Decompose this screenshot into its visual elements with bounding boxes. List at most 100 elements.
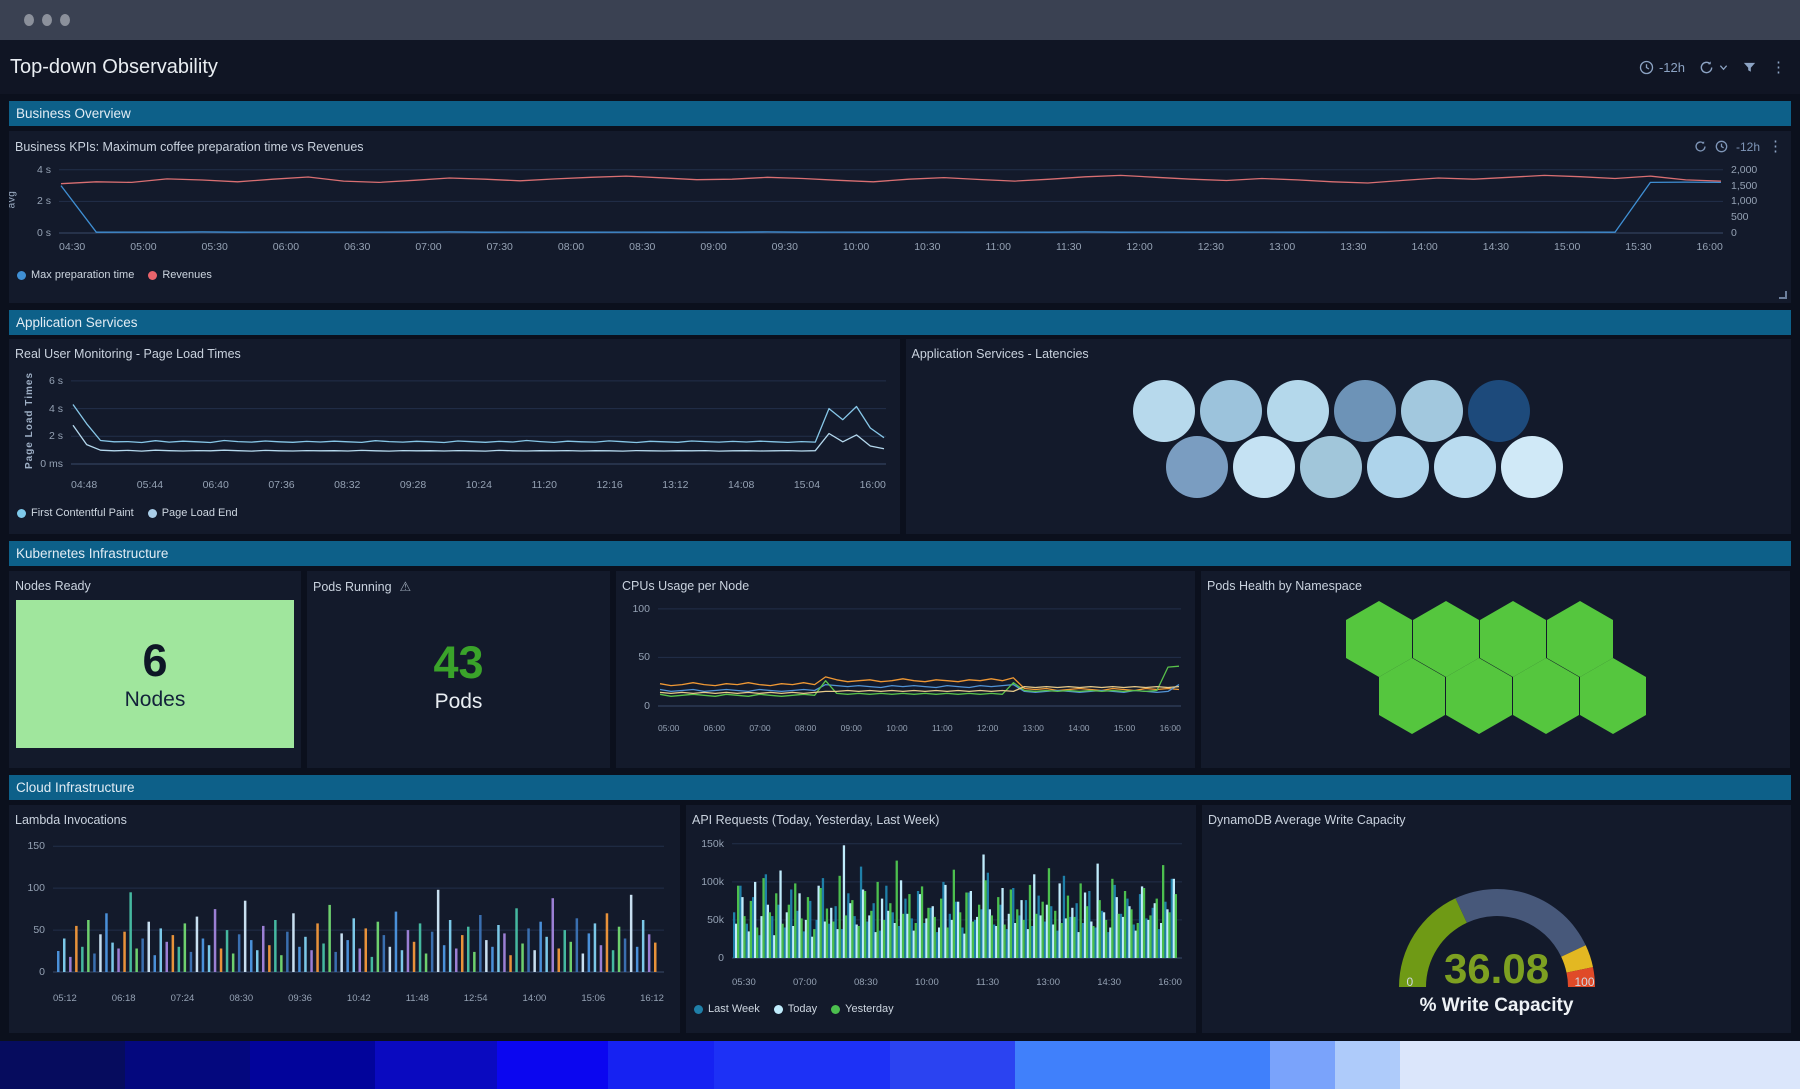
chart-legend: First Contentful Paint Page Load End <box>17 507 238 519</box>
axis-tick-label: 15:30 <box>1625 241 1651 253</box>
refresh-icon <box>1699 60 1714 75</box>
latency-bubble[interactable] <box>1133 380 1195 442</box>
latency-bubble[interactable] <box>1501 436 1563 498</box>
refresh-icon[interactable] <box>1694 140 1707 153</box>
panel-title: API Requests (Today, Yesterday, Last Wee… <box>692 813 939 827</box>
window-control-dot[interactable] <box>60 14 70 26</box>
section-kubernetes-infrastructure[interactable]: Kubernetes Infrastructure <box>9 541 1791 566</box>
dashboard-menu-button[interactable]: ⋮ <box>1771 60 1786 75</box>
clock-icon[interactable] <box>1715 140 1728 153</box>
legend-item[interactable]: Yesterday <box>831 1003 894 1015</box>
axis-tick-label: 14:30 <box>1483 241 1509 253</box>
nodes-ready-stat: 6 Nodes <box>16 600 294 748</box>
axis-tick-label: 13:30 <box>1340 241 1366 253</box>
axis-tick-label: 11:30 <box>976 977 999 988</box>
panel-pods-health: Pods Health by Namespace <box>1201 571 1790 768</box>
kebab-icon: ⋮ <box>1771 60 1786 75</box>
axis-tick-label: 11:00 <box>932 723 953 733</box>
color-strip-segment <box>608 1041 714 1089</box>
section-title: Application Services <box>16 315 138 330</box>
legend-label: Last Week <box>708 1003 760 1015</box>
axis-tick-label: 6 s <box>49 375 63 387</box>
color-strip-segment <box>1270 1041 1335 1089</box>
axis-tick-label: 100 <box>632 603 650 615</box>
axis-tick-label: 10:00 <box>886 723 907 733</box>
axis-tick-label: 05:44 <box>137 479 163 491</box>
stat-unit: Nodes <box>125 688 186 712</box>
panel-lambda-invocations: Lambda Invocations 150100500 05:1206:180… <box>9 805 680 1033</box>
axis-tick-label: 16:00 <box>860 479 886 491</box>
panel-title: Nodes Ready <box>15 579 91 593</box>
stat-unit: Pods <box>435 690 483 714</box>
latency-bubble[interactable] <box>1300 436 1362 498</box>
axis-tick-label: 04:48 <box>71 479 97 491</box>
axis-tick-label: 4 s <box>37 164 51 176</box>
latency-bubble[interactable] <box>1401 380 1463 442</box>
filter-button[interactable] <box>1742 60 1757 75</box>
axis-tick-label: 14:00 <box>523 993 547 1004</box>
rum-chart <box>71 369 886 469</box>
axis-tick-label: 09:00 <box>841 723 862 733</box>
x-axis-ticks: 05:3007:0008:3010:0011:3013:0014:3016:00 <box>732 977 1182 988</box>
legend-item[interactable]: Today <box>774 1003 817 1015</box>
axis-tick-label: 14:00 <box>1068 723 1089 733</box>
legend-label: Today <box>788 1003 817 1015</box>
panel-resize-handle[interactable] <box>1779 291 1787 299</box>
axis-tick-label: 10:30 <box>914 241 940 253</box>
warning-icon[interactable]: ⚠ <box>400 579 412 595</box>
legend-color-dot <box>17 271 26 280</box>
latency-bubble[interactable] <box>1166 436 1228 498</box>
axis-tick-label: 09:30 <box>772 241 798 253</box>
kebab-icon[interactable]: ⋮ <box>1768 139 1783 154</box>
window-control-dot[interactable] <box>42 14 52 26</box>
panel-business-kpis: Business KPIs: Maximum coffee preparatio… <box>9 131 1791 303</box>
latency-bubble[interactable] <box>1468 380 1530 442</box>
axis-tick-label: 2 s <box>37 195 51 207</box>
time-range-picker[interactable]: -12h <box>1639 60 1685 75</box>
legend-item[interactable]: Max preparation time <box>17 269 134 281</box>
latency-bubble[interactable] <box>1334 380 1396 442</box>
legend-color-dot <box>694 1005 703 1014</box>
axis-tick-label: 13:00 <box>1023 723 1044 733</box>
axis-tick-label: 15:06 <box>581 993 605 1004</box>
axis-tick-label: 08:30 <box>854 977 878 988</box>
axis-tick-label: 0 s <box>37 227 51 239</box>
axis-tick-label: 13:00 <box>1269 241 1295 253</box>
latency-bubble[interactable] <box>1367 436 1429 498</box>
stat-value: 6 <box>142 636 167 686</box>
latency-bubble[interactable] <box>1434 436 1496 498</box>
window-controls[interactable] <box>24 14 78 26</box>
axis-tick-label: 05:00 <box>130 241 156 253</box>
axis-tick-label: 16:00 <box>1697 241 1723 253</box>
legend-item[interactable]: First Contentful Paint <box>17 507 134 519</box>
x-axis-ticks: 05:0006:0007:0008:0009:0010:0011:0012:00… <box>658 723 1181 733</box>
legend-item[interactable]: Page Load End <box>148 507 238 519</box>
y-axis-left-ticks: 4 s 2 s 0 s <box>9 160 57 238</box>
legend-item[interactable]: Revenues <box>148 269 212 281</box>
section-application-services[interactable]: Application Services <box>9 310 1791 335</box>
latency-bubble[interactable] <box>1200 380 1262 442</box>
latency-bubble[interactable] <box>1267 380 1329 442</box>
axis-tick-label: 10:00 <box>843 241 869 253</box>
latency-bubble[interactable] <box>1233 436 1295 498</box>
axis-tick-label: 10:00 <box>915 977 939 988</box>
legend-label: Yesterday <box>845 1003 894 1015</box>
window-control-dot[interactable] <box>24 14 34 26</box>
axis-tick-label: 12:00 <box>977 723 998 733</box>
panel-rum: Real User Monitoring - Page Load Times P… <box>9 339 900 534</box>
axis-tick-label: 08:00 <box>795 723 816 733</box>
section-business-overview[interactable]: Business Overview <box>9 101 1791 126</box>
axis-tick-label: 06:18 <box>112 993 136 1004</box>
legend-item[interactable]: Last Week <box>694 1003 760 1015</box>
axis-tick-label: 07:00 <box>415 241 441 253</box>
panel-time-range[interactable]: -12h <box>1736 140 1760 154</box>
window-titlebar <box>0 0 1800 40</box>
axis-tick-label: 16:00 <box>1160 723 1181 733</box>
panel-title: CPUs Usage per Node <box>622 579 749 593</box>
axis-tick-label: 16:12 <box>640 993 664 1004</box>
color-strip-segment <box>375 1041 497 1089</box>
axis-tick-label: 05:00 <box>658 723 679 733</box>
refresh-button[interactable] <box>1699 60 1728 75</box>
section-cloud-infrastructure[interactable]: Cloud Infrastructure <box>9 775 1791 800</box>
cpus-chart <box>658 599 1181 711</box>
